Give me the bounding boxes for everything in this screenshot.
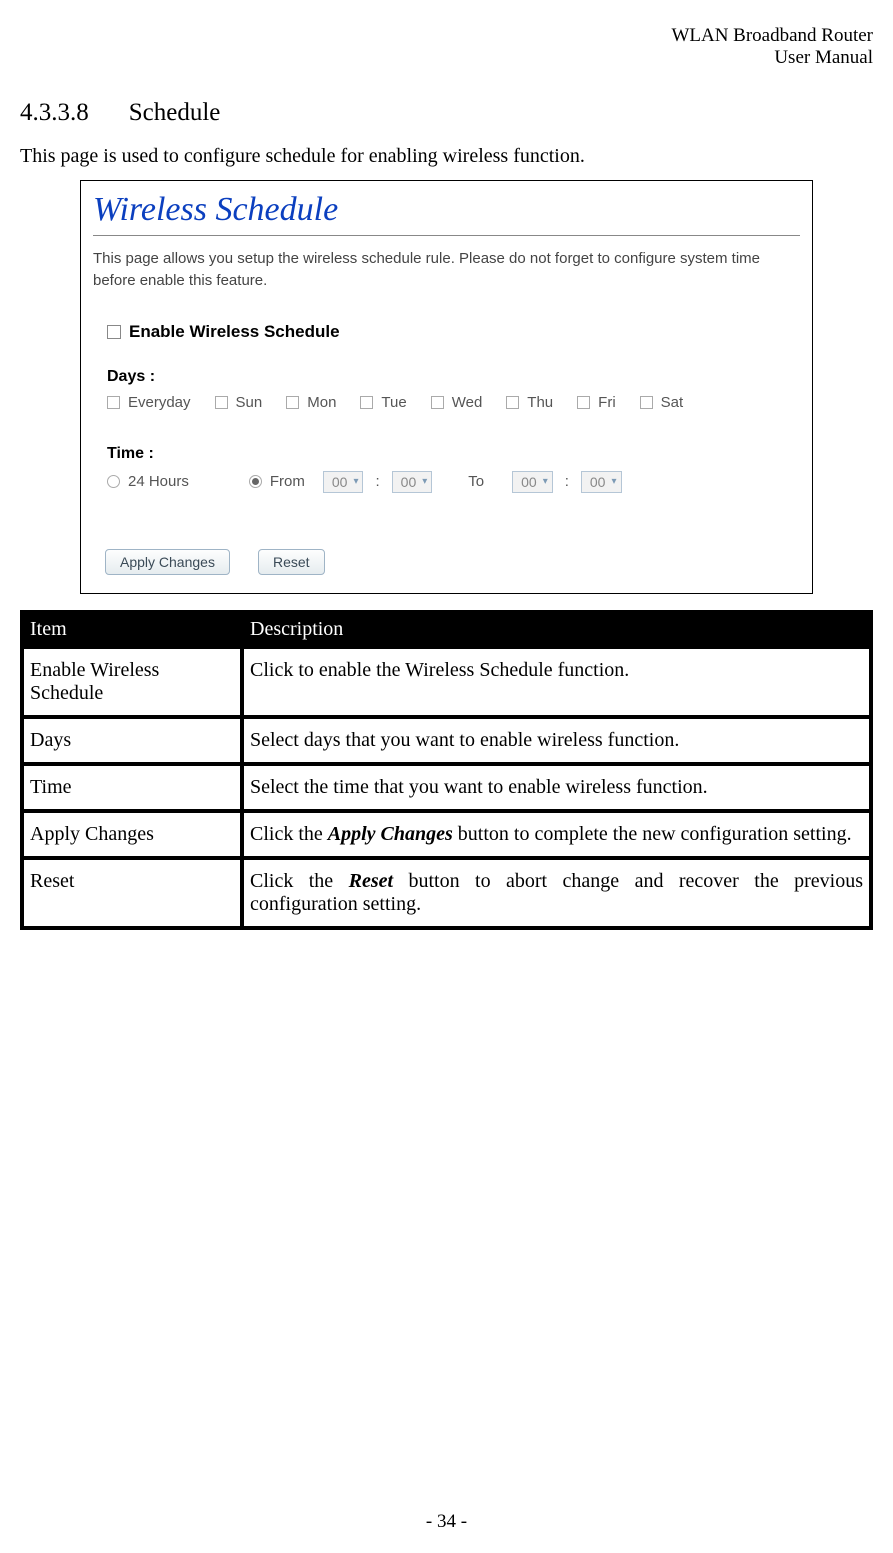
section-heading: 4.3.3.8 Schedule	[20, 99, 873, 127]
checkbox-icon[interactable]	[577, 396, 590, 409]
day-thu[interactable]: Thu	[506, 394, 553, 411]
panel-title: Wireless Schedule	[93, 191, 800, 229]
checkbox-icon[interactable]	[107, 325, 121, 339]
time-row: 24 Hours From 00 ▾ : 00 ▾ To 00 ▾ : 00 ▾	[107, 471, 800, 493]
days-label: Days :	[107, 368, 800, 386]
checkbox-icon[interactable]	[506, 396, 519, 409]
checkbox-icon[interactable]	[215, 396, 228, 409]
select-value: 00	[521, 474, 537, 490]
section-title: Schedule	[129, 99, 221, 127]
day-tue[interactable]: Tue	[360, 394, 406, 411]
table-row: Time Select the time that you want to en…	[22, 764, 871, 811]
time-24-label: 24 Hours	[128, 473, 189, 490]
from-min-select[interactable]: 00 ▾	[392, 471, 433, 493]
page-footer: - 34 -	[20, 1511, 873, 1533]
days-row: Everyday Sun Mon Tue Wed Thu Fri Sat	[107, 394, 800, 411]
checkbox-icon[interactable]	[360, 396, 373, 409]
day-label: Fri	[598, 394, 616, 411]
time-separator: :	[375, 473, 379, 490]
cell-desc: Click the Apply Changes button to comple…	[242, 811, 871, 858]
select-value: 00	[590, 474, 606, 490]
chevron-down-icon: ▾	[611, 476, 616, 487]
apply-changes-button[interactable]: Apply Changes	[105, 549, 230, 575]
select-value: 00	[332, 474, 348, 490]
reset-button[interactable]: Reset	[258, 549, 325, 575]
table-row: Reset Click the Reset button to abort ch…	[22, 858, 871, 928]
table-row: Enable Wireless Schedule Click to enable…	[22, 647, 871, 717]
day-wed[interactable]: Wed	[431, 394, 483, 411]
cell-item: Days	[22, 717, 242, 764]
enable-wireless-schedule-label: Enable Wireless Schedule	[129, 322, 340, 342]
chevron-down-icon: ▾	[543, 476, 548, 487]
time-from-label: From	[270, 473, 305, 490]
chevron-down-icon: ▾	[422, 476, 427, 487]
time-24hours[interactable]: 24 Hours	[107, 473, 189, 490]
day-label: Tue	[381, 394, 406, 411]
day-label: Thu	[527, 394, 553, 411]
day-label: Wed	[452, 394, 483, 411]
cell-desc: Click the Reset button to abort change a…	[242, 858, 871, 928]
day-sun[interactable]: Sun	[215, 394, 263, 411]
divider	[93, 235, 800, 236]
from-hour-select[interactable]: 00 ▾	[323, 471, 364, 493]
cell-item: Apply Changes	[22, 811, 242, 858]
to-min-select[interactable]: 00 ▾	[581, 471, 622, 493]
button-row: Apply Changes Reset	[105, 549, 800, 575]
intro-text: This page is used to configure schedule …	[20, 145, 873, 168]
table-header-row: Item Description	[22, 612, 871, 647]
radio-icon[interactable]	[249, 475, 262, 488]
checkbox-icon[interactable]	[107, 396, 120, 409]
to-hour-select[interactable]: 00 ▾	[512, 471, 553, 493]
checkbox-icon[interactable]	[640, 396, 653, 409]
cell-desc: Click to enable the Wireless Schedule fu…	[242, 647, 871, 717]
time-to-label: To	[468, 473, 484, 490]
section-number: 4.3.3.8	[20, 99, 89, 127]
description-table: Item Description Enable Wireless Schedul…	[20, 610, 873, 930]
cell-item: Enable Wireless Schedule	[22, 647, 242, 717]
cell-item: Reset	[22, 858, 242, 928]
time-from-range[interactable]: From	[249, 473, 305, 490]
panel-description: This page allows you setup the wireless …	[93, 248, 800, 292]
day-label: Mon	[307, 394, 336, 411]
cell-desc: Select the time that you want to enable …	[242, 764, 871, 811]
radio-icon[interactable]	[107, 475, 120, 488]
day-label: Sun	[236, 394, 263, 411]
select-value: 00	[401, 474, 417, 490]
table-row: Apply Changes Click the Apply Changes bu…	[22, 811, 871, 858]
time-separator: :	[565, 473, 569, 490]
day-mon[interactable]: Mon	[286, 394, 336, 411]
chevron-down-icon: ▾	[353, 476, 358, 487]
header-item: Item	[22, 612, 242, 647]
checkbox-icon[interactable]	[286, 396, 299, 409]
enable-wireless-schedule-row[interactable]: Enable Wireless Schedule	[107, 322, 800, 342]
time-label: Time :	[107, 445, 800, 463]
day-fri[interactable]: Fri	[577, 394, 616, 411]
table-row: Days Select days that you want to enable…	[22, 717, 871, 764]
wireless-schedule-panel: Wireless Schedule This page allows you s…	[80, 180, 813, 594]
day-everyday[interactable]: Everyday	[107, 394, 191, 411]
checkbox-icon[interactable]	[431, 396, 444, 409]
day-label: Sat	[661, 394, 684, 411]
day-sat[interactable]: Sat	[640, 394, 684, 411]
header-description: Description	[242, 612, 871, 647]
day-label: Everyday	[128, 394, 191, 411]
header-line2: User Manual	[20, 47, 873, 69]
cell-desc: Select days that you want to enable wire…	[242, 717, 871, 764]
header-line1: WLAN Broadband Router	[20, 25, 873, 47]
cell-item: Time	[22, 764, 242, 811]
doc-header: WLAN Broadband Router User Manual	[20, 25, 873, 69]
